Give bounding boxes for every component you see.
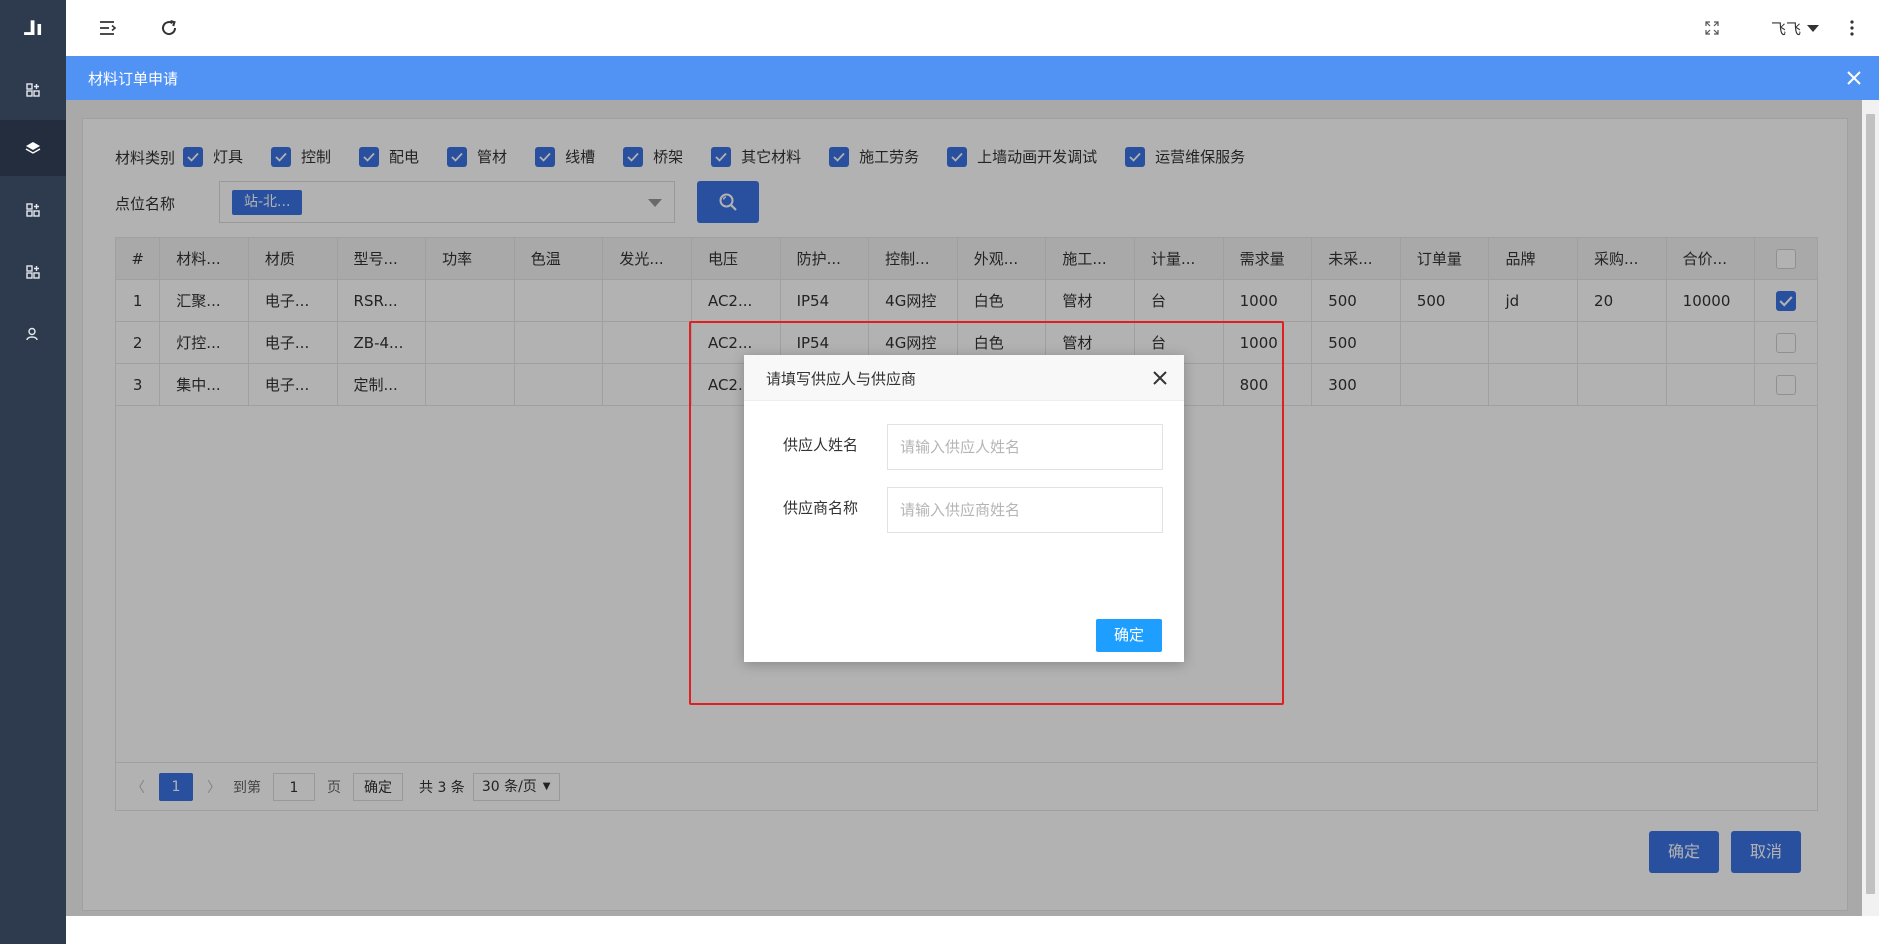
menu-toggle-button[interactable] <box>96 16 120 40</box>
user-name: 飞飞 <box>1770 19 1801 38</box>
dialog-ok-button[interactable]: 确定 <box>1096 619 1162 652</box>
app-logo[interactable]: ⅃ı <box>0 0 66 56</box>
fullscreen-button[interactable] <box>1700 16 1724 40</box>
more-vertical-icon <box>1850 20 1854 36</box>
sidebar-item-module-a[interactable] <box>0 182 66 238</box>
grid-icon <box>26 83 40 97</box>
grid-icon <box>26 265 40 279</box>
dialog-title: 请填写供应人与供应商 <box>766 370 917 388</box>
sidebar: ⅃ı <box>0 0 66 944</box>
supplier-person-input[interactable] <box>887 424 1163 470</box>
layers-icon <box>25 142 41 154</box>
grid-icon <box>26 203 40 217</box>
vertical-scrollbar[interactable] <box>1862 100 1879 916</box>
top-bar: 飞飞 <box>66 0 1879 56</box>
supplier-company-label: 供应商名称 <box>783 499 859 517</box>
supplier-dialog: 请填写供应人与供应商 供应人姓名 供应商名称 确定 <box>744 355 1184 662</box>
supplier-company-input[interactable] <box>887 487 1163 533</box>
dialog-header: 请填写供应人与供应商 <box>744 355 1184 401</box>
panel-title-bar: 材料订单申请 <box>66 56 1879 100</box>
panel-title: 材料订单申请 <box>88 70 179 88</box>
sidebar-item-users[interactable] <box>0 306 66 362</box>
fullscreen-icon <box>1705 21 1719 35</box>
close-icon[interactable] <box>1843 67 1865 89</box>
refresh-button[interactable] <box>157 16 181 40</box>
caret-down-icon <box>1807 24 1819 32</box>
sidebar-item-module-b[interactable] <box>0 244 66 300</box>
close-icon[interactable] <box>1152 370 1168 386</box>
more-options-button[interactable] <box>1840 16 1864 40</box>
user-menu[interactable]: 飞飞 <box>1771 16 1819 40</box>
scrollbar-thumb[interactable] <box>1866 114 1875 894</box>
sidebar-item-dashboard[interactable] <box>0 62 66 118</box>
supplier-person-label: 供应人姓名 <box>783 436 859 454</box>
menu-fold-icon <box>100 21 117 35</box>
sidebar-item-materials[interactable] <box>0 120 66 176</box>
refresh-icon <box>162 20 177 36</box>
user-icon <box>26 327 38 341</box>
